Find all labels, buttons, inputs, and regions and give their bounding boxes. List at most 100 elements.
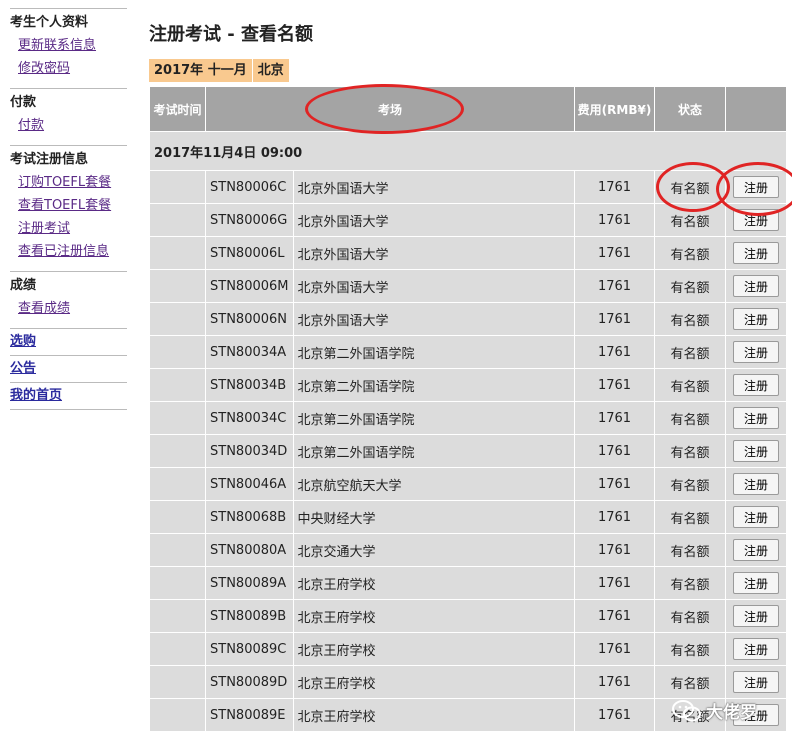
register-button[interactable]: 注册 <box>732 638 779 660</box>
time-cell <box>150 534 205 566</box>
center-name: 北京外国语大学 <box>293 303 574 335</box>
time-cell <box>150 468 205 500</box>
sidebar-link-register-test[interactable]: 注册考试 <box>10 219 127 239</box>
sidebar-link-announcements[interactable]: 公告 <box>10 359 127 379</box>
sidebar-link-home[interactable]: 我的首页 <box>10 386 127 406</box>
table-row: STN80046A 北京航空航天大学 1761 有名额 注册 <box>150 468 786 500</box>
fee-value: 1761 <box>575 369 654 401</box>
register-button[interactable]: 注册 <box>732 275 779 297</box>
action-cell: 注册 <box>726 171 786 203</box>
center-code: STN80034A <box>206 336 293 368</box>
center-name: 北京王府学校 <box>293 699 574 731</box>
action-cell: 注册 <box>726 237 786 269</box>
table-row: STN80006C 北京外国语大学 1761 有名额 注册 <box>150 171 786 203</box>
time-cell <box>150 204 205 236</box>
sidebar-section-profile: 考生个人资料 更新联系信息 修改密码 <box>10 8 127 88</box>
fee-value: 1761 <box>575 468 654 500</box>
center-name: 北京第二外国语学院 <box>293 435 574 467</box>
register-button[interactable]: 注册 <box>732 308 779 330</box>
action-cell: 注册 <box>726 435 786 467</box>
fee-value: 1761 <box>575 237 654 269</box>
time-cell <box>150 336 205 368</box>
fee-value: 1761 <box>575 171 654 203</box>
time-cell <box>150 171 205 203</box>
center-name: 北京王府学校 <box>293 600 574 632</box>
fee-value: 1761 <box>575 666 654 698</box>
action-cell: 注册 <box>726 402 786 434</box>
fee-value: 1761 <box>575 567 654 599</box>
sidebar-section-registration: 考试注册信息 订购TOEFL套餐 查看TOEFL套餐 注册考试 查看已注册信息 <box>10 145 127 271</box>
register-button[interactable]: 注册 <box>732 539 779 561</box>
time-cell <box>150 303 205 335</box>
fee-value: 1761 <box>575 633 654 665</box>
center-name: 北京外国语大学 <box>293 204 574 236</box>
sidebar-link-change-password[interactable]: 修改密码 <box>10 59 127 79</box>
register-button[interactable]: 注册 <box>732 506 779 528</box>
register-button[interactable]: 注册 <box>732 605 779 627</box>
register-button[interactable]: 注册 <box>732 440 779 462</box>
register-button[interactable]: 注册 <box>732 242 779 264</box>
fee-value: 1761 <box>575 303 654 335</box>
table-row: STN80089D 北京王府学校 1761 有名额 注册 <box>150 666 786 698</box>
sidebar-heading-registration: 考试注册信息 <box>10 152 89 167</box>
availability-status: 有名额 <box>655 171 725 203</box>
register-button[interactable]: 注册 <box>732 572 779 594</box>
availability-status: 有名额 <box>655 435 725 467</box>
center-code: STN80089C <box>206 633 293 665</box>
register-button[interactable]: 注册 <box>732 407 779 429</box>
register-button[interactable]: 注册 <box>732 671 779 693</box>
register-button[interactable]: 注册 <box>732 374 779 396</box>
center-name: 北京第二外国语学院 <box>293 402 574 434</box>
table-row: STN80006L 北京外国语大学 1761 有名额 注册 <box>150 237 786 269</box>
action-cell: 注册 <box>726 204 786 236</box>
register-button[interactable]: 注册 <box>732 473 779 495</box>
center-code: STN80006G <box>206 204 293 236</box>
time-cell <box>150 369 205 401</box>
time-cell <box>150 237 205 269</box>
column-header-time: 考试时间 <box>150 87 205 131</box>
fee-value: 1761 <box>575 699 654 731</box>
register-button[interactable]: 注册 <box>732 209 779 231</box>
center-code: STN80068B <box>206 501 293 533</box>
sidebar-link-view-toefl-package[interactable]: 查看TOEFL套餐 <box>10 196 127 216</box>
action-cell: 注册 <box>726 468 786 500</box>
sidebar-section-scores: 成绩 查看成绩 <box>10 271 127 328</box>
sidebar-heading-payment: 付款 <box>10 95 37 110</box>
time-cell <box>150 600 205 632</box>
availability-status: 有名额 <box>655 567 725 599</box>
register-button[interactable]: 注册 <box>732 176 779 198</box>
fee-value: 1761 <box>575 501 654 533</box>
breadcrumb: 2017年 十一月 北京 <box>149 59 289 82</box>
fee-value: 1761 <box>575 204 654 236</box>
center-code: STN80034C <box>206 402 293 434</box>
sidebar-link-view-scores[interactable]: 查看成绩 <box>10 299 127 319</box>
availability-status: 有名额 <box>655 303 725 335</box>
action-cell: 注册 <box>726 567 786 599</box>
watermark: 大佬罗 <box>672 698 757 723</box>
table-row: STN80089A 北京王府学校 1761 有名额 注册 <box>150 567 786 599</box>
sidebar-heading-scores: 成绩 <box>10 278 37 293</box>
center-code: STN80034B <box>206 369 293 401</box>
table-row: STN80080A 北京交通大学 1761 有名额 注册 <box>150 534 786 566</box>
center-code: STN80006N <box>206 303 293 335</box>
center-name: 北京王府学校 <box>293 567 574 599</box>
availability-status: 有名额 <box>655 336 725 368</box>
action-cell: 注册 <box>726 303 786 335</box>
center-code: STN80006C <box>206 171 293 203</box>
time-cell <box>150 435 205 467</box>
center-name: 北京王府学校 <box>293 633 574 665</box>
fee-value: 1761 <box>575 600 654 632</box>
sidebar-link-shop[interactable]: 选购 <box>10 332 127 352</box>
sidebar-link-buy-toefl-package[interactable]: 订购TOEFL套餐 <box>10 173 127 193</box>
table-row: STN80034D 北京第二外国语学院 1761 有名额 注册 <box>150 435 786 467</box>
availability-status: 有名额 <box>655 666 725 698</box>
test-date-label: 2017年11月4日 09:00 <box>150 132 786 170</box>
register-button[interactable]: 注册 <box>732 341 779 363</box>
table-row: STN80034B 北京第二外国语学院 1761 有名额 注册 <box>150 369 786 401</box>
table-header-row: 考试时间 考场 费用(RMB¥) 状态 <box>150 87 786 131</box>
sidebar-link-pay[interactable]: 付款 <box>10 116 127 136</box>
action-cell: 注册 <box>726 501 786 533</box>
sidebar-link-view-registrations[interactable]: 查看已注册信息 <box>10 242 127 262</box>
sidebar-link-update-contact[interactable]: 更新联系信息 <box>10 36 127 56</box>
table-row: STN80006G 北京外国语大学 1761 有名额 注册 <box>150 204 786 236</box>
